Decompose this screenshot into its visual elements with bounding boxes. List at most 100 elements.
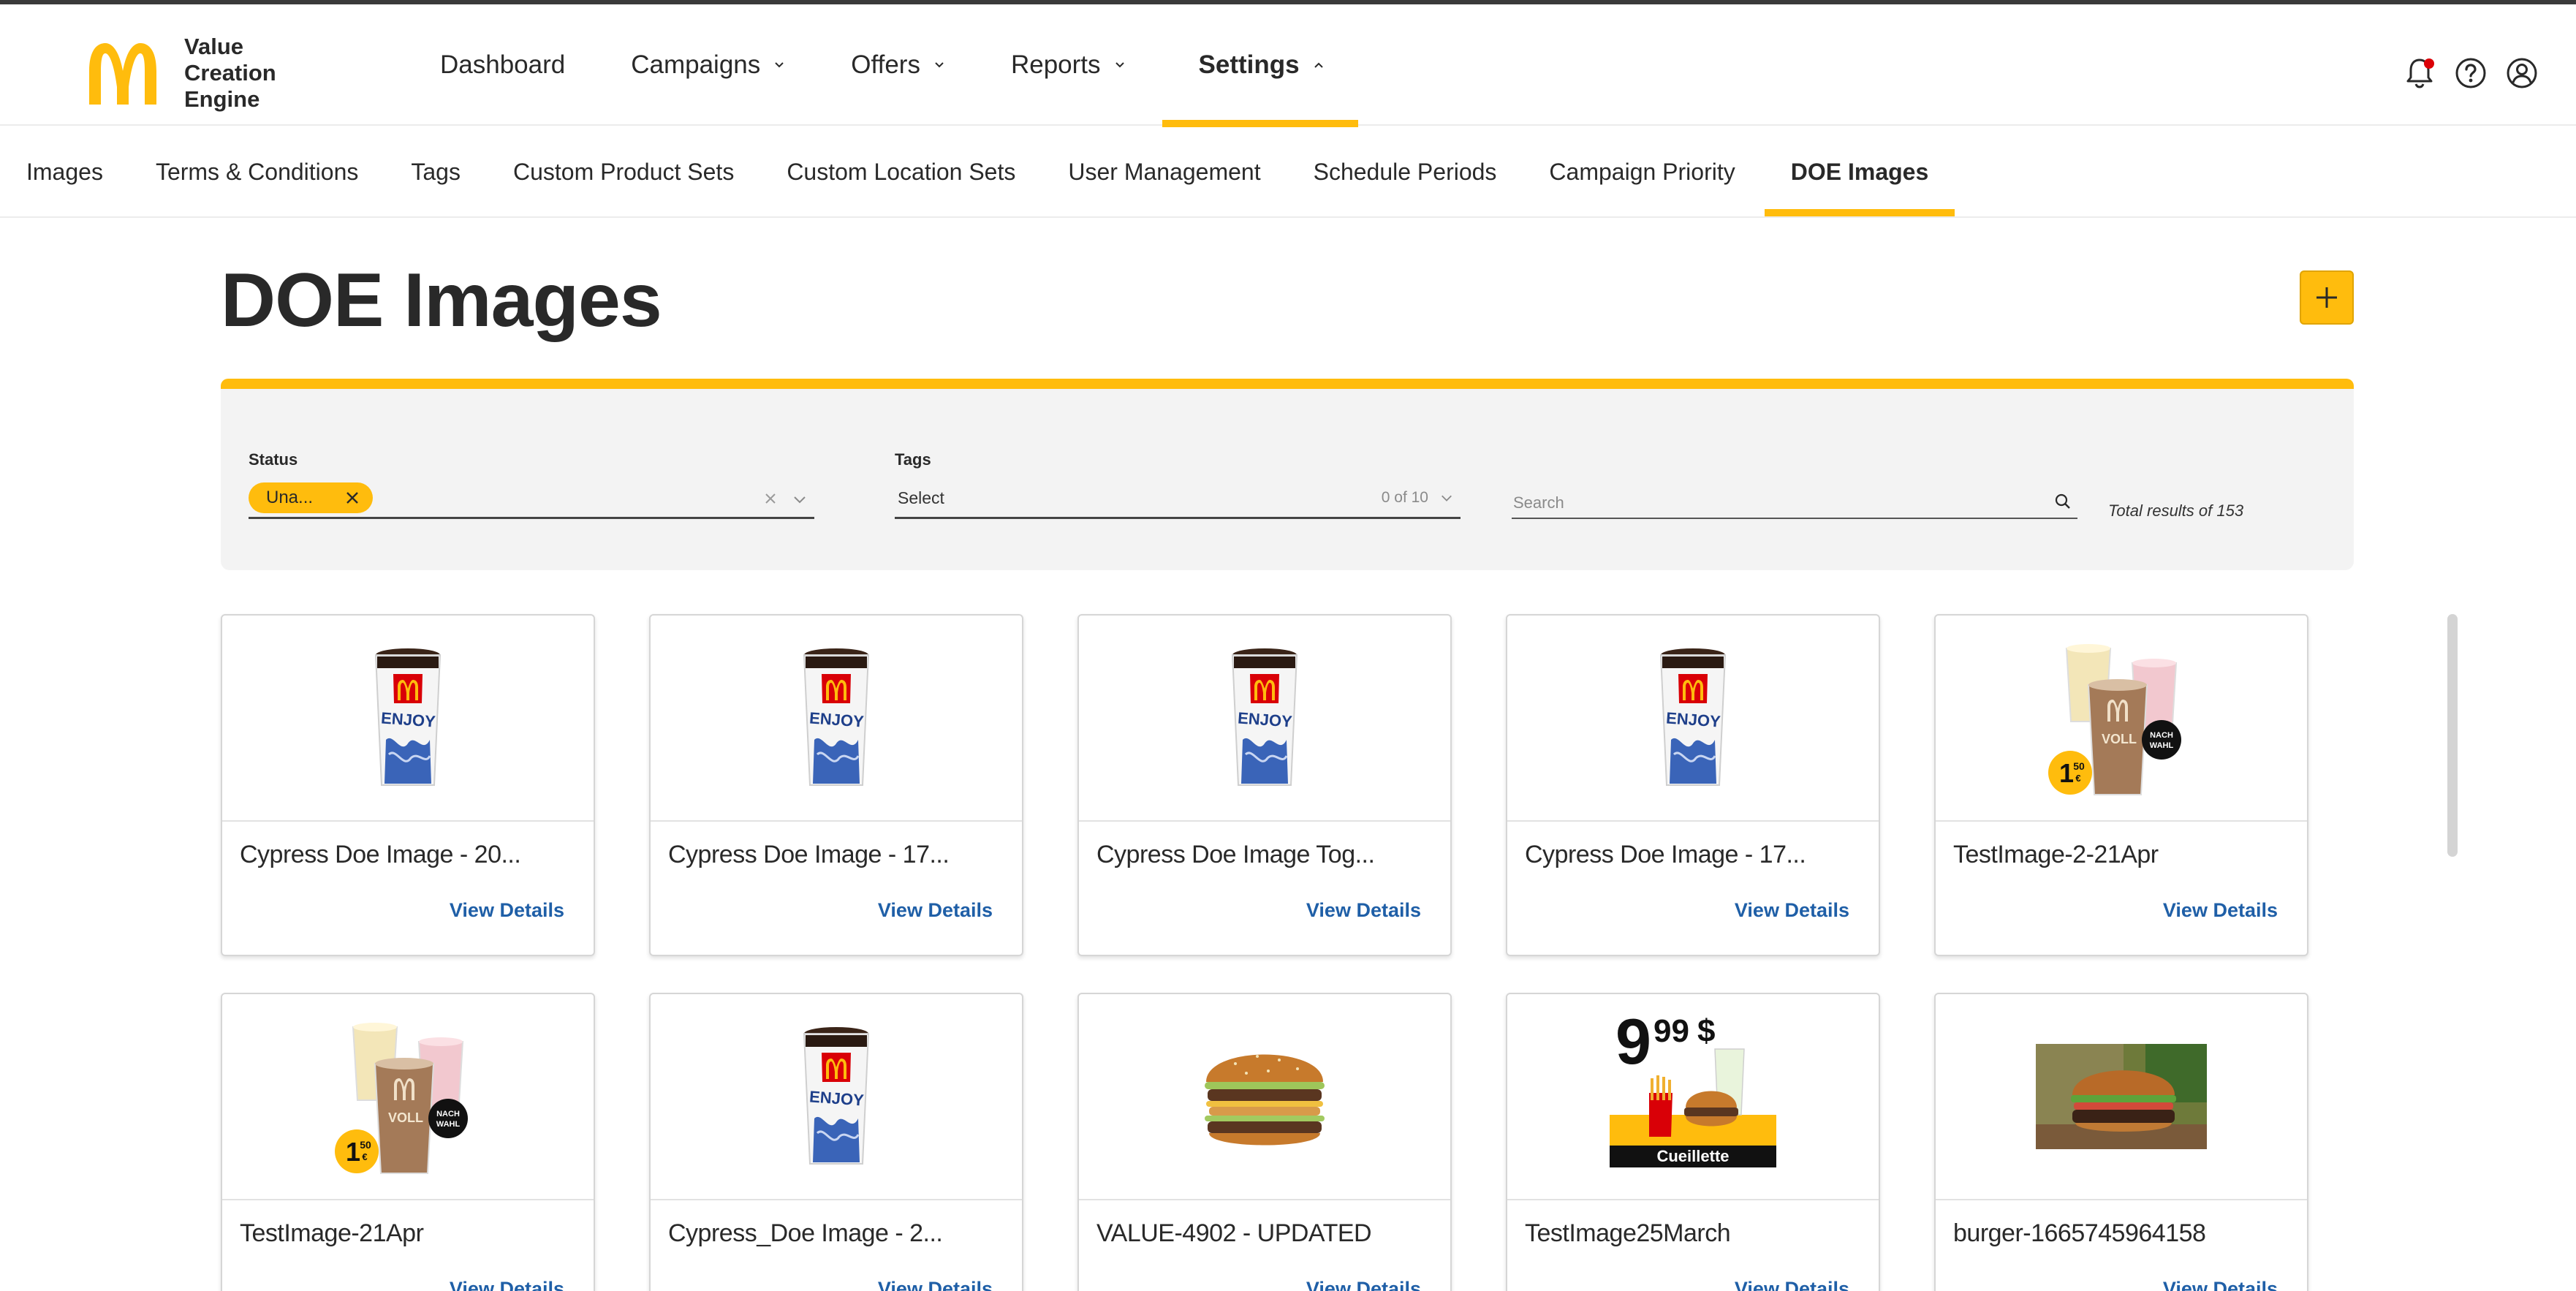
nav-offers[interactable]: Offers [814,4,974,126]
nav-dashboard-label: Dashboard [440,50,566,79]
nav-dashboard[interactable]: Dashboard [418,4,594,126]
help-icon [2455,58,2486,88]
search-input[interactable] [1512,482,2038,515]
clear-icon[interactable] [763,491,778,506]
header-actions [2402,56,2539,91]
cup-enjoy-text: ENJOY [808,708,864,730]
app-name: Value Creation Engine [184,34,276,113]
chevron-down-icon[interactable] [792,492,807,507]
image-card[interactable]: ENJOY Cypress Doe Image Tog... View Detai… [1077,614,1452,956]
subnav-schedule-periods[interactable]: Schedule Periods [1287,127,1523,216]
big-mac-image [1205,1054,1325,1146]
card-title: TestImage-2-21Apr [1953,841,2159,868]
status-filter[interactable]: Una... [249,482,814,519]
cup-enjoy-text: ENJOY [1665,708,1721,730]
card-thumbnail: VOLL NACH WAHL 1 50 € [1936,616,2307,822]
subnav-label: Tags [411,158,461,185]
subnav-label: Custom Product Sets [512,158,735,185]
subnav-doe-images[interactable]: DOE Images [1764,127,1955,216]
plus-icon [2316,287,2337,308]
status-chip-label: Una... [266,488,314,507]
view-details-link[interactable]: View Details [2163,899,2278,922]
meal-price-unit: $ [1697,1013,1715,1049]
page-title: DOE Images [221,258,662,343]
chevron-down-icon [935,62,944,68]
view-details-link[interactable]: View Details [1306,899,1421,922]
shake-price-cents: 50 [360,1139,371,1151]
card-thumbnail: ENJOY [1079,616,1450,822]
main-nav: Dashboard Campaigns Offers Reports Setti… [418,4,1358,127]
view-details-link[interactable]: View Details [1306,1278,1421,1291]
meal-price-main: 9 [1615,1005,1651,1078]
view-details-link[interactable]: View Details [878,899,993,922]
subnav-terms-conditions[interactable]: Terms & Conditions [129,127,384,216]
subnav-custom-product-sets[interactable]: Custom Product Sets [487,127,760,216]
tags-filter[interactable]: Select 0 of 10 [895,482,1461,519]
card-title: Cypress Doe Image Tog... [1096,841,1375,868]
meal-deal-image: 9 99 $ Cueillette [1610,1005,1776,1167]
shake-cup-text: VOLL [2102,732,2137,746]
golden-arches-logo [89,43,156,105]
burger-photo-image [2036,1044,2207,1149]
view-details-link[interactable]: View Details [450,899,564,922]
nav-campaigns[interactable]: Campaigns [594,4,814,126]
help-button[interactable] [2453,56,2488,91]
image-card[interactable]: VOLL NACH WAHL 1 50 € TestImage-2-21Apr V… [1934,614,2308,956]
chevron-up-icon [1314,62,1323,68]
card-thumbnail: VOLL NACH WAHL 1 50 € [222,994,594,1200]
view-details-link[interactable]: View Details [2163,1278,2278,1291]
image-card[interactable]: ENJOY Cypress Doe Image - 17... View Deta… [649,614,1023,956]
scrollbar-thumb[interactable] [2447,614,2458,857]
meal-price-cents: 99 [1653,1013,1689,1049]
image-card[interactable]: ENJOY Cypress_Doe Image - 2... View Detai… [649,993,1023,1291]
drink-cup-image: ENJOY [1231,648,1298,786]
shake-badge-line1: NACH [436,1110,460,1118]
image-card[interactable]: burger-1665745964158 View Details [1934,993,2308,1291]
subnav-label: Schedule Periods [1313,158,1497,185]
image-card[interactable]: ENJOY Cypress Doe Image - 20... View Deta… [221,614,595,956]
nav-reports[interactable]: Reports [974,4,1162,126]
add-image-button[interactable] [2300,270,2354,325]
card-thumbnail [1936,994,2307,1200]
card-thumbnail [1079,994,1450,1200]
nav-settings[interactable]: Settings [1162,4,1358,127]
subnav-label: Custom Location Sets [787,158,1016,185]
subnav-tags[interactable]: Tags [384,127,487,216]
view-details-link[interactable]: View Details [878,1278,993,1291]
profile-button[interactable] [2504,56,2539,91]
drink-cup-image: ENJOY [374,648,442,786]
image-card[interactable]: 9 99 $ Cueillette TestImage25March View D… [1506,993,1880,1291]
app-logo[interactable]: Value Creation Engine [86,34,276,113]
subnav-label: Terms & Conditions [155,158,359,185]
image-card[interactable]: VALUE-4902 - UPDATED View Details [1077,993,1452,1291]
image-card[interactable]: VOLL NACH WAHL 1 50 € TestImage-21Apr Vie… [221,993,595,1291]
subnav-user-management[interactable]: User Management [1042,127,1287,216]
image-card[interactable]: ENJOY Cypress Doe Image - 17... View Deta… [1506,614,1880,956]
subnav-images[interactable]: Images [0,127,129,216]
chevron-down-icon [1115,62,1124,68]
subnav-custom-location-sets[interactable]: Custom Location Sets [760,127,1042,216]
chevron-down-icon [775,62,784,68]
search-icon[interactable] [2054,493,2072,510]
card-title: Cypress Doe Image - 20... [240,841,521,868]
nav-campaigns-label: Campaigns [631,50,761,79]
card-title: VALUE-4902 - UPDATED [1096,1219,1372,1247]
drink-cup-image: ENJOY [803,1027,870,1165]
subnav-campaign-priority[interactable]: Campaign Priority [1523,127,1761,216]
card-title: Cypress_Doe Image - 2... [668,1219,943,1247]
view-details-link[interactable]: View Details [1735,899,1849,922]
subnav-label: Campaign Priority [1549,158,1735,185]
shake-price-unit: € [2075,773,2080,784]
notifications-button[interactable] [2402,56,2437,91]
tags-select-value: Select [898,488,944,507]
status-chip: Una... [249,482,373,513]
chip-remove-icon[interactable] [345,491,360,505]
meal-banner-text: Cueillette [1656,1147,1729,1165]
shake-badge-line1: NACH [2150,731,2173,740]
card-thumbnail: ENJOY [1507,616,1879,822]
view-details-link[interactable]: View Details [450,1278,564,1291]
shake-price-cents: 50 [2073,760,2085,772]
card-title: TestImage25March [1525,1219,1731,1247]
view-details-link[interactable]: View Details [1735,1278,1849,1291]
tags-label: Tags [895,450,931,469]
